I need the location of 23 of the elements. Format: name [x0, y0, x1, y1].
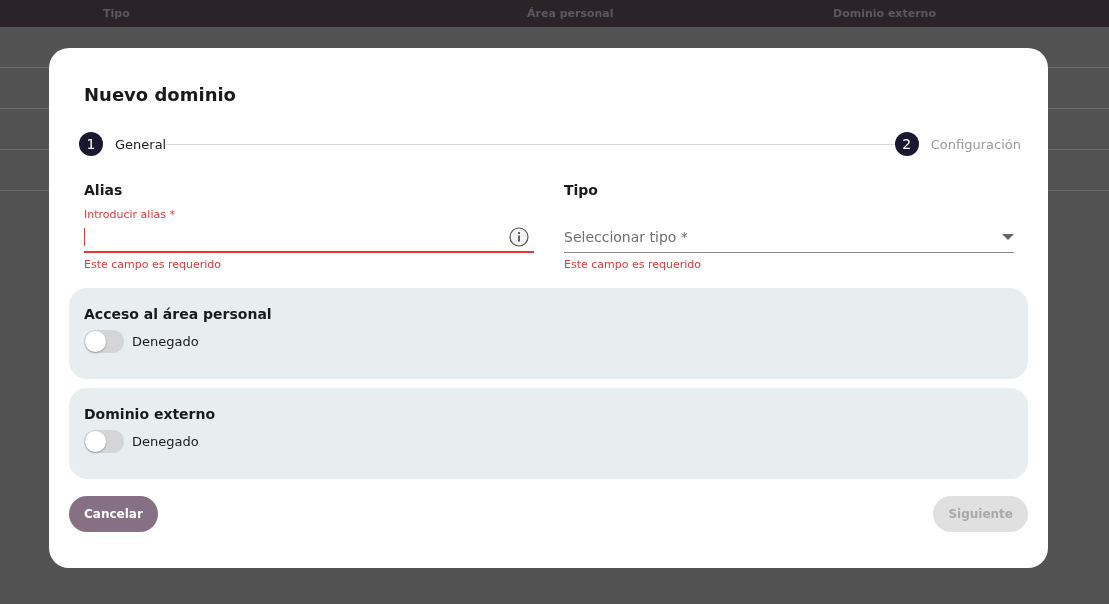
- info-icon: [509, 226, 529, 247]
- error-message: Este campo es requerido: [564, 258, 703, 271]
- step-label: Configuración: [930, 136, 1021, 152]
- toggle-label: Denegado: [132, 334, 199, 349]
- section-title: Acceso al área personal: [84, 306, 273, 322]
- select-field[interactable]: Seleccionar tipo *: [564, 222, 1014, 253]
- dialog-title: Nuevo dominio: [84, 84, 237, 105]
- toggle-label: Denegado: [132, 434, 199, 449]
- floating-label: Introducir alias *: [84, 208, 176, 222]
- column-header: Dominio externo: [833, 7, 937, 20]
- toggle-switch[interactable]: [84, 330, 124, 353]
- field-title: Alias: [84, 182, 124, 198]
- column-header: Área personal: [527, 7, 615, 20]
- dropdown-arrow-icon: [1002, 234, 1014, 240]
- error-message: Este campo es requerido: [84, 258, 223, 271]
- cancel-button[interactable]: Cancelar: [69, 496, 158, 532]
- step-label: General: [115, 136, 167, 152]
- column-header: Tipo: [103, 7, 131, 20]
- step-number: 1: [79, 132, 103, 156]
- section-title: Dominio externo: [84, 406, 217, 422]
- toggle-switch[interactable]: [84, 430, 124, 453]
- field-title: Tipo: [564, 182, 599, 198]
- step-number: 2: [894, 132, 919, 156]
